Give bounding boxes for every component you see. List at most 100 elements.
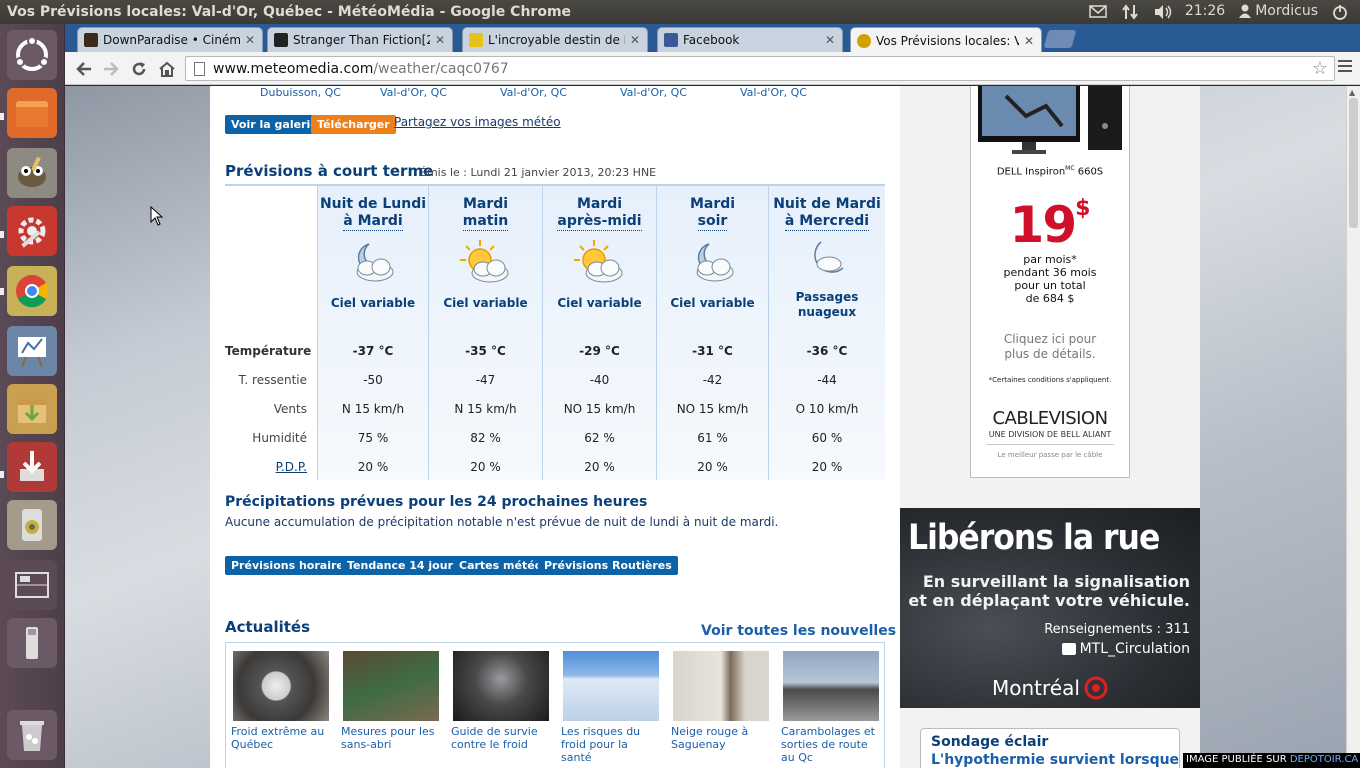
- close-icon[interactable]: ✕: [1023, 34, 1035, 48]
- hourly-forecast-button[interactable]: Prévisions horaires: [225, 556, 357, 575]
- network-icon[interactable]: [1121, 4, 1139, 20]
- period-heading[interactable]: Mardi soir: [657, 196, 768, 231]
- row-label-feels-like: T. ressentie: [238, 373, 307, 387]
- close-icon[interactable]: ✕: [434, 33, 446, 47]
- share-images-link[interactable]: Partagez vos images météo: [394, 115, 561, 129]
- launcher-trash[interactable]: [7, 710, 57, 760]
- poll-question[interactable]: L'hypothermie survient lorsque la: [931, 752, 1198, 768]
- volume-icon[interactable]: [1153, 4, 1172, 19]
- sidebar: DELL InspironMC 660S 19$ par mois* pendan…: [900, 86, 1200, 768]
- reload-button[interactable]: [128, 58, 150, 80]
- period-heading[interactable]: Mardi matin: [429, 196, 542, 231]
- upload-button[interactable]: Télécharger: [311, 115, 396, 134]
- news-item[interactable]: Les risques du froid pour la santé: [561, 651, 659, 764]
- scrollbar-thumb[interactable]: [1349, 98, 1358, 228]
- tab-meteomedia[interactable]: Vos Prévisions locales: Val ✕: [850, 27, 1042, 53]
- news-item[interactable]: Froid extrême au Québec: [231, 651, 329, 751]
- bookmark-star-icon[interactable]: ☆: [1312, 58, 1328, 79]
- news-thumbnail[interactable]: [783, 651, 879, 721]
- news-caption[interactable]: Mesures pour les sans-abri: [341, 725, 439, 751]
- period-heading[interactable]: Nuit de Mardi à Mercredi: [769, 196, 885, 231]
- url-text[interactable]: www.meteomedia.com/weather/caqc0767: [213, 61, 509, 77]
- period-line1: Nuit de Mardi: [773, 196, 881, 212]
- page-scrollbar[interactable]: ▲: [1346, 86, 1360, 768]
- wind-value: N 15 km/h: [454, 402, 517, 416]
- view-gallery-button[interactable]: Voir la galerie: [225, 115, 324, 134]
- all-news-link[interactable]: Voir toutes les nouvelles »: [701, 623, 910, 639]
- news-caption[interactable]: Neige rouge à Saguenay: [671, 725, 769, 751]
- imdb-favicon-icon: [469, 33, 483, 47]
- meteomedia-favicon-icon: [857, 33, 871, 48]
- launcher-workspaces[interactable]: [7, 560, 57, 610]
- power-icon[interactable]: [1332, 4, 1350, 20]
- close-icon[interactable]: ✕: [824, 33, 836, 47]
- user-menu[interactable]: Mordicus: [1239, 3, 1318, 19]
- gallery-location-link[interactable]: Dubuisson, QC: [260, 86, 341, 99]
- news-item[interactable]: Mesures pour les sans-abri: [341, 651, 439, 751]
- tab-facebook[interactable]: Facebook ✕: [657, 27, 843, 52]
- news-thumbnail[interactable]: [343, 651, 439, 721]
- tab-imdb[interactable]: L'incroyable destin de Ha ✕: [462, 27, 648, 52]
- news-thumbnail[interactable]: [233, 651, 329, 721]
- back-button[interactable]: [73, 58, 95, 80]
- dell-ad[interactable]: DELL InspironMC 660S 19$ par mois* pendan…: [970, 86, 1130, 478]
- tab-downparadise[interactable]: DownParadise • Cinéma D ✕: [77, 27, 263, 52]
- row-label-pop[interactable]: P.D.P.: [225, 460, 307, 474]
- tab-strip: DownParadise • Cinéma D ✕ Stranger Than …: [65, 24, 1360, 53]
- launcher-sound[interactable]: [7, 500, 57, 550]
- news-caption[interactable]: Carambolages et sorties de route au Qc: [781, 725, 879, 764]
- news-caption[interactable]: Guide de survie contre le froid: [451, 725, 549, 751]
- launcher-presentation[interactable]: [7, 326, 57, 376]
- gallery-location-link[interactable]: Val-d'Or, QC: [620, 86, 687, 99]
- launcher-gimp[interactable]: [7, 148, 57, 198]
- tab-label: Stranger Than Fiction[20: [293, 33, 430, 47]
- scroll-up-arrow-icon[interactable]: ▲: [1349, 88, 1355, 97]
- tab-label: Facebook: [683, 33, 740, 47]
- condition-text: Ciel variable: [557, 296, 642, 310]
- dell-terms: par mois* pendant 36 mois pour un total de …: [1003, 253, 1097, 305]
- gallery-location-link[interactable]: Val-d'Or, QC: [500, 86, 567, 99]
- home-icon: [159, 61, 175, 77]
- trend-14-days-button[interactable]: Tendance 14 jours: [341, 556, 466, 575]
- period-line1: Mardi: [576, 196, 623, 212]
- wind-value: N 15 km/h: [341, 402, 405, 416]
- new-tab-button[interactable]: [1043, 30, 1077, 48]
- launcher-usb[interactable]: [7, 618, 57, 668]
- news-thumbnail[interactable]: [673, 651, 769, 721]
- launcher-chrome[interactable]: [7, 266, 57, 316]
- launcher-updater[interactable]: [7, 442, 57, 492]
- mail-icon[interactable]: [1089, 4, 1107, 18]
- launcher-archive[interactable]: [7, 384, 57, 434]
- chrome-menu-button[interactable]: [1338, 60, 1352, 75]
- weather-maps-button[interactable]: Cartes météo: [453, 556, 549, 575]
- news-item[interactable]: Carambolages et sorties de route au Qc: [781, 651, 879, 764]
- period-heading[interactable]: Nuit de Lundi à Mardi: [318, 196, 428, 231]
- news-caption[interactable]: Les risques du froid pour la santé: [561, 725, 659, 764]
- close-icon[interactable]: ✕: [244, 33, 256, 47]
- gallery-location-link[interactable]: Val-d'Or, QC: [740, 86, 807, 99]
- gallery-location-link[interactable]: Val-d'Or, QC: [380, 86, 447, 99]
- clock[interactable]: 21:26: [1185, 3, 1225, 19]
- home-button[interactable]: [156, 58, 178, 80]
- url-domain: www.meteomedia.com: [213, 61, 374, 77]
- close-icon[interactable]: ✕: [629, 33, 641, 47]
- humidity-value: 62 %: [584, 431, 615, 445]
- address-bar[interactable]: www.meteomedia.com/weather/caqc0767 ☆: [185, 56, 1335, 81]
- tab-stranger-than-fiction[interactable]: Stranger Than Fiction[20 ✕: [267, 27, 453, 52]
- news-thumbnail[interactable]: [453, 651, 549, 721]
- news-item[interactable]: Guide de survie contre le froid: [451, 651, 549, 751]
- period-heading[interactable]: Mardi après-midi: [543, 196, 656, 231]
- forward-arrow-icon: [104, 62, 119, 76]
- launcher-files[interactable]: [7, 88, 57, 138]
- news-item[interactable]: Neige rouge à Saguenay: [671, 651, 769, 751]
- news-thumbnail[interactable]: [563, 651, 659, 721]
- dell-cta[interactable]: Cliquez ici pour plus de détails.: [971, 332, 1129, 362]
- dash-button[interactable]: [7, 30, 57, 80]
- montreal-ad[interactable]: Libérons la rue En surveillant la signal…: [900, 508, 1200, 708]
- feels-like-value: -47: [475, 373, 496, 387]
- forecast-issued: Émis le : Lundi 21 janvier 2013, 20:23 H…: [420, 166, 657, 179]
- forward-button[interactable]: [100, 58, 122, 80]
- news-caption[interactable]: Froid extrême au Québec: [231, 725, 329, 751]
- launcher-settings[interactable]: [7, 206, 57, 256]
- road-forecast-button[interactable]: Prévisions Routières: [538, 556, 678, 575]
